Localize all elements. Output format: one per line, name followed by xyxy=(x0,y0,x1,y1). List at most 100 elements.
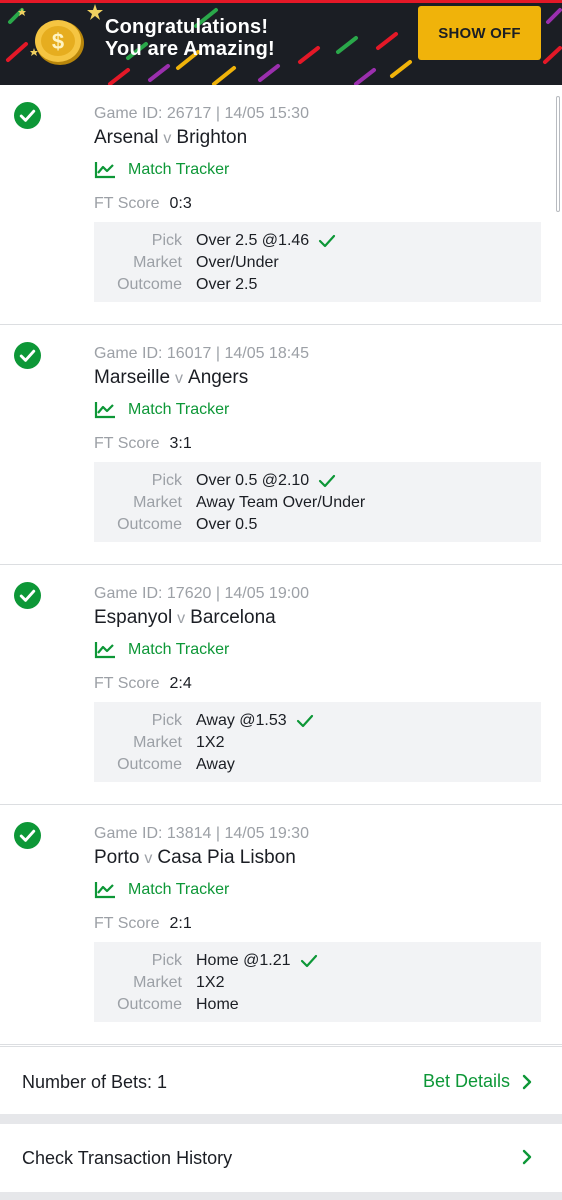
svg-text:$: $ xyxy=(52,29,64,54)
away-team: Brighton xyxy=(176,127,248,148)
check-icon xyxy=(319,234,336,248)
match-teams: Marseille v Angers xyxy=(94,367,248,389)
bet-detail-box: Pick Over 0.5 @2.10 Market Away Team Ove… xyxy=(94,462,541,542)
away-team: Angers xyxy=(188,367,249,388)
chart-line-icon xyxy=(94,402,115,419)
versus-label: v xyxy=(175,370,184,387)
pick-row: Pick Over 0.5 @2.10 xyxy=(94,470,541,492)
pick-value: Over 0.5 @2.10 xyxy=(196,470,336,492)
ft-score-label: FT Score xyxy=(94,675,160,692)
ft-score-value: 2:4 xyxy=(169,675,192,692)
match-tracker-label: Match Tracker xyxy=(128,881,230,898)
match-tracker-link[interactable]: Match Tracker xyxy=(94,401,229,419)
pick-row: Pick Home @1.21 xyxy=(94,950,541,972)
match-teams: Porto v Casa Pia Lisbon xyxy=(94,847,296,869)
versus-label: v xyxy=(144,850,153,867)
pick-row: Pick Over 2.5 @1.46 xyxy=(94,230,541,252)
pick-text: Away @1.53 xyxy=(196,712,287,729)
ft-score: FT Score 2:4 xyxy=(94,675,192,693)
bet-details-label: Bet Details xyxy=(422,1071,510,1091)
outcome-label: Outcome xyxy=(117,996,182,1013)
pick-text: Over 0.5 @2.10 xyxy=(196,472,310,489)
pick-label: Pick xyxy=(151,952,182,969)
congratulations-banner: $ Congratulations! You are Amazing! SHOW… xyxy=(0,0,562,85)
ft-score-label: FT Score xyxy=(94,435,160,452)
bets-summary-row: Number of Bets: 1 Bet Details xyxy=(0,1046,562,1114)
congratulations-message: Congratulations! You are Amazing! xyxy=(105,16,275,60)
outcome-label: Outcome xyxy=(117,756,182,773)
bet-detail-box: Pick Home @1.21 Market 1X2 Outcome Home xyxy=(94,942,541,1022)
outcome-row: Outcome Home xyxy=(94,994,541,1016)
match-tracker-link[interactable]: Match Tracker xyxy=(94,161,229,179)
chevron-right-icon xyxy=(522,1149,532,1165)
pick-row: Pick Away @1.53 xyxy=(94,710,541,732)
gold-coin-icon: $ xyxy=(35,20,84,65)
bet-card: Game ID: 26717 | 14/05 15:30 Arsenal v Bri… xyxy=(0,85,562,325)
won-check-icon xyxy=(14,102,41,129)
market-row: Market 1X2 xyxy=(94,732,541,754)
chart-line-icon xyxy=(94,882,115,899)
outcome-value: Home xyxy=(196,996,239,1013)
away-team: Casa Pia Lisbon xyxy=(157,847,296,868)
check-icon xyxy=(319,474,336,488)
transaction-history-row[interactable]: Check Transaction History xyxy=(0,1124,562,1192)
pick-label: Pick xyxy=(151,232,182,249)
check-icon xyxy=(296,714,313,728)
congrats-line-2: You are Amazing! xyxy=(105,38,275,60)
bet-card: Game ID: 17620 | 14/05 19:00 Espanyol v Ba… xyxy=(0,565,562,805)
section-divider xyxy=(0,1114,562,1124)
market-value: Over/Under xyxy=(196,254,279,271)
ft-score-value: 2:1 xyxy=(169,915,192,932)
transaction-history-label: Check Transaction History xyxy=(22,1148,233,1168)
match-tracker-link[interactable]: Match Tracker xyxy=(94,881,229,899)
market-value: 1X2 xyxy=(196,974,225,991)
match-teams: Espanyol v Barcelona xyxy=(94,607,276,629)
outcome-label: Outcome xyxy=(117,276,182,293)
pick-value: Over 2.5 @1.46 xyxy=(196,230,336,252)
outcome-row: Outcome Away xyxy=(94,754,541,776)
chevron-right-icon xyxy=(522,1074,532,1089)
market-value: 1X2 xyxy=(196,734,225,751)
versus-label: v xyxy=(177,610,186,627)
outcome-label: Outcome xyxy=(117,516,182,533)
match-tracker-label: Match Tracker xyxy=(128,641,230,658)
market-row: Market 1X2 xyxy=(94,972,541,994)
pick-value: Away @1.53 xyxy=(196,710,314,732)
match-tracker-label: Match Tracker xyxy=(128,161,230,178)
pick-value: Home @1.21 xyxy=(196,950,318,972)
chart-line-icon xyxy=(94,162,115,179)
congrats-line-1: Congratulations! xyxy=(105,16,269,38)
game-id: Game ID: 16017 | 14/05 18:45 xyxy=(94,345,309,362)
bet-detail-box: Pick Over 2.5 @1.46 Market Over/Under Ou… xyxy=(94,222,541,302)
show-off-button[interactable]: SHOW OFF xyxy=(418,6,541,60)
game-id: Game ID: 13814 | 14/05 19:30 xyxy=(94,825,309,842)
versus-label: v xyxy=(163,130,172,147)
ft-score: FT Score 2:1 xyxy=(94,915,192,933)
bet-details-link[interactable]: Bet Details xyxy=(423,1071,532,1092)
outcome-row: Outcome Over 2.5 xyxy=(94,274,541,296)
outcome-value: Over 2.5 xyxy=(196,276,258,293)
game-id: Game ID: 17620 | 14/05 19:00 xyxy=(94,585,309,602)
market-value: Away Team Over/Under xyxy=(196,494,366,511)
market-label: Market xyxy=(133,974,182,991)
chart-line-icon xyxy=(94,642,115,659)
bet-detail-box: Pick Away @1.53 Market 1X2 Outcome Away xyxy=(94,702,541,782)
home-team: Marseille xyxy=(94,367,171,388)
match-tracker-link[interactable]: Match Tracker xyxy=(94,641,229,659)
market-row: Market Away Team Over/Under xyxy=(94,492,541,514)
ft-score-value: 3:1 xyxy=(169,435,192,452)
bet-list: Game ID: 26717 | 14/05 15:30 Arsenal v Bri… xyxy=(0,85,562,1045)
pick-text: Over 2.5 @1.46 xyxy=(196,232,310,249)
away-team: Barcelona xyxy=(190,607,276,628)
ft-score: FT Score 3:1 xyxy=(94,435,192,453)
game-id: Game ID: 26717 | 14/05 15:30 xyxy=(94,105,309,122)
ft-score-label: FT Score xyxy=(94,915,160,932)
won-check-icon xyxy=(14,582,41,609)
pick-label: Pick xyxy=(151,712,182,729)
outcome-value: Over 0.5 xyxy=(196,516,258,533)
ft-score-value: 0:3 xyxy=(169,195,192,212)
bet-card: Game ID: 13814 | 14/05 19:30 Porto v Casa … xyxy=(0,805,562,1045)
won-check-icon xyxy=(14,822,41,849)
pick-text: Home @1.21 xyxy=(196,952,291,969)
home-team: Arsenal xyxy=(94,127,159,148)
